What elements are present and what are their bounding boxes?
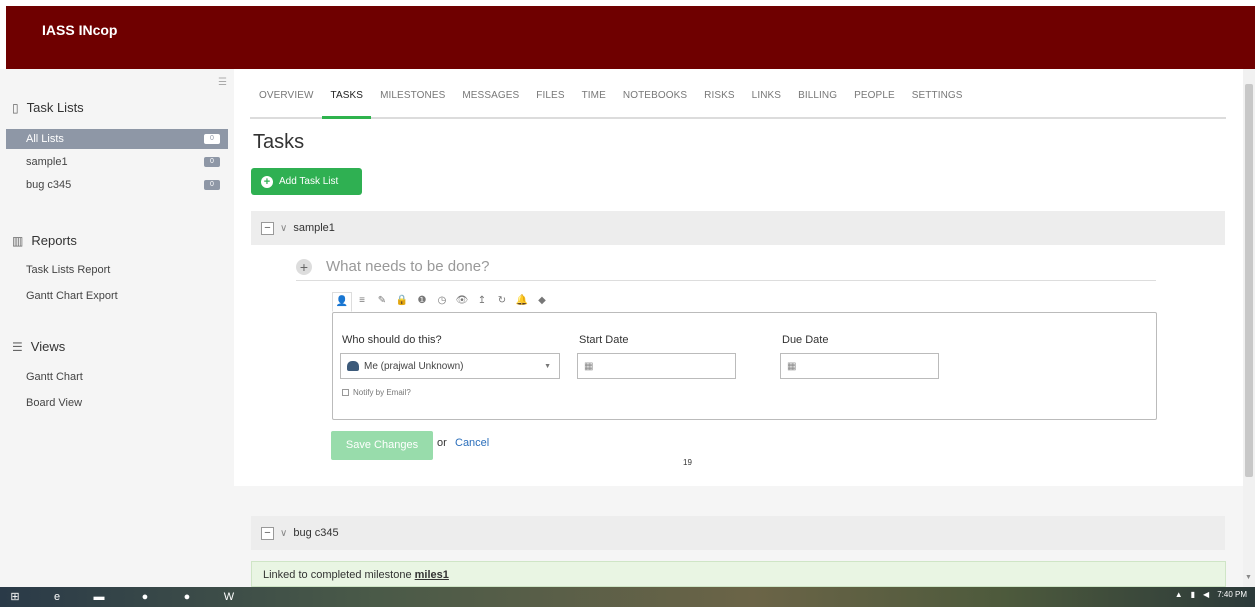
new-task-row: + What needs to be done?	[296, 253, 1156, 281]
cancel-link[interactable]: Cancel	[455, 437, 489, 449]
due-date-label: Due Date	[782, 334, 829, 346]
repeat-icon[interactable]: ↻	[492, 292, 512, 312]
task-list-header-sample1: − ∨ sample1	[251, 211, 1225, 245]
bar-chart-icon: ▥	[12, 233, 24, 248]
user-icon[interactable]: 👤	[332, 292, 352, 312]
task-details-panel: Who should do this? Me (prajwal Unknown)…	[332, 312, 1157, 420]
tab-time[interactable]: TIME	[573, 86, 614, 117]
system-tray: ▲ ▮ ◀ 7:40 PM	[1175, 590, 1247, 599]
add-circle-icon[interactable]: +	[296, 258, 312, 275]
network-icon[interactable]: ▮	[1191, 590, 1195, 599]
assignee-label: Who should do this?	[342, 334, 442, 346]
project-nav: OVERVIEW TASKS MILESTONES MESSAGES FILES…	[250, 86, 1226, 119]
linked-milestone-notice: Linked to completed milestone miles1	[251, 561, 1226, 587]
assignee-select[interactable]: Me (prajwal Unknown) ▼	[340, 353, 560, 379]
tab-overview[interactable]: OVERVIEW	[250, 86, 322, 117]
tab-tasks[interactable]: TASKS	[321, 86, 372, 119]
scrollbar-thumb[interactable]	[1245, 84, 1253, 477]
count-badge: 0	[204, 180, 220, 190]
task-lists-heading: ▯ Task Lists	[12, 100, 84, 115]
paperclip-icon[interactable]: ✎	[372, 292, 392, 312]
count-text: 19	[683, 458, 692, 467]
or-text: or	[437, 437, 447, 449]
due-date-input[interactable]: ▦	[780, 353, 939, 379]
plus-icon: +	[261, 175, 273, 188]
eye-icon[interactable]: 👁	[452, 292, 472, 312]
tab-milestones[interactable]: MILESTONES	[371, 86, 453, 117]
sidebar-link-board-view[interactable]: Board View	[26, 397, 82, 409]
chevron-down-icon[interactable]: ∨	[280, 223, 287, 234]
sidebar-item-bug-c345[interactable]: bug c345 0	[6, 175, 228, 195]
windows-start-icon[interactable]: ⊞	[4, 589, 26, 605]
word-icon[interactable]: W	[218, 589, 240, 605]
task-options-toolbar: 👤 ≡ ✎ 🔒 ❶ ◷ 👁 ↥ ↻ 🔔 ◆	[332, 292, 672, 312]
task-list-name[interactable]: sample1	[293, 222, 335, 234]
views-heading: ☰ Views	[12, 339, 66, 354]
task-title-input[interactable]: What needs to be done?	[326, 258, 489, 275]
os-taskbar: ⊞ e ▬ ● ● W ▲ ▮ ◀ 7:40 PM	[0, 587, 1255, 607]
vertical-scrollbar[interactable]: ▼	[1243, 69, 1255, 587]
bell-icon[interactable]: 🔔	[512, 292, 532, 312]
count-badge: 0	[204, 157, 220, 167]
sidebar-link-task-lists-report[interactable]: Task Lists Report	[26, 264, 110, 276]
sidebar-link-gantt-chart[interactable]: Gantt Chart	[26, 371, 83, 383]
tab-files[interactable]: FILES	[527, 86, 572, 117]
priority-icon[interactable]: ❶	[412, 292, 432, 312]
lock-icon[interactable]: 🔒	[392, 292, 412, 312]
app-header: IASS INcop	[6, 6, 1255, 69]
calendar-icon: ▦	[787, 360, 797, 372]
clock-icon[interactable]: ◷	[432, 292, 452, 312]
collapse-toggle-icon[interactable]: −	[261, 221, 274, 235]
clipboard-icon: ▯	[12, 100, 19, 115]
clock-time[interactable]: 7:40 PM	[1217, 590, 1247, 599]
start-date-label: Start Date	[579, 334, 629, 346]
calendar-icon: ▦	[584, 360, 594, 372]
description-icon[interactable]: ≡	[352, 292, 372, 312]
sidebar-item-all-lists[interactable]: All Lists 0	[6, 129, 228, 149]
tab-billing[interactable]: BILLING	[789, 86, 845, 117]
collapse-sidebar-icon[interactable]: ☰	[218, 77, 227, 88]
folder-icon[interactable]: ▬	[88, 589, 110, 605]
tab-messages[interactable]: MESSAGES	[453, 86, 527, 117]
start-date-input[interactable]: ▦	[577, 353, 736, 379]
chrome-icon-2[interactable]: ●	[176, 589, 198, 605]
notify-email-checkbox[interactable]: Notify by Email?	[342, 388, 411, 397]
sidebar: ☰ ▯ Task Lists All Lists 0 sample1 0 bug…	[0, 69, 234, 587]
ie-icon[interactable]: e	[46, 589, 68, 605]
list-icon: ☰	[12, 339, 23, 354]
tab-links[interactable]: LINKS	[743, 86, 789, 117]
milestone-link[interactable]: miles1	[415, 569, 449, 581]
tab-risks[interactable]: RISKS	[695, 86, 743, 117]
checkbox-icon[interactable]	[342, 389, 349, 396]
tab-notebooks[interactable]: NOTEBOOKS	[614, 86, 695, 117]
chevron-down-icon[interactable]: ∨	[280, 528, 287, 539]
tag-icon[interactable]: ◆	[532, 292, 552, 312]
tray-arrow-icon[interactable]: ▲	[1175, 590, 1183, 599]
page-title: Tasks	[253, 131, 305, 153]
brand-title[interactable]: IASS INcop	[42, 22, 117, 38]
reports-heading: ▥ Reports	[12, 233, 77, 248]
chrome-icon[interactable]: ●	[134, 589, 156, 605]
tab-people[interactable]: PEOPLE	[845, 86, 903, 117]
progress-icon[interactable]: ↥	[472, 292, 492, 312]
add-task-list-button[interactable]: + Add Task List	[251, 168, 362, 195]
sidebar-item-sample1[interactable]: sample1 0	[6, 152, 228, 172]
volume-icon[interactable]: ◀	[1203, 590, 1209, 599]
task-list-header-bug-c345: − ∨ bug c345	[251, 516, 1225, 550]
sidebar-link-gantt-export[interactable]: Gantt Chart Export	[26, 290, 118, 302]
count-badge: 0	[204, 134, 220, 144]
avatar-icon	[347, 361, 359, 371]
tab-settings[interactable]: SETTINGS	[903, 86, 971, 117]
scroll-down-icon[interactable]: ▼	[1245, 574, 1252, 581]
task-list-name[interactable]: bug c345	[293, 527, 338, 539]
save-changes-button[interactable]: Save Changes	[331, 431, 433, 460]
collapse-toggle-icon[interactable]: −	[261, 526, 274, 540]
dropdown-caret-icon: ▼	[544, 362, 551, 370]
